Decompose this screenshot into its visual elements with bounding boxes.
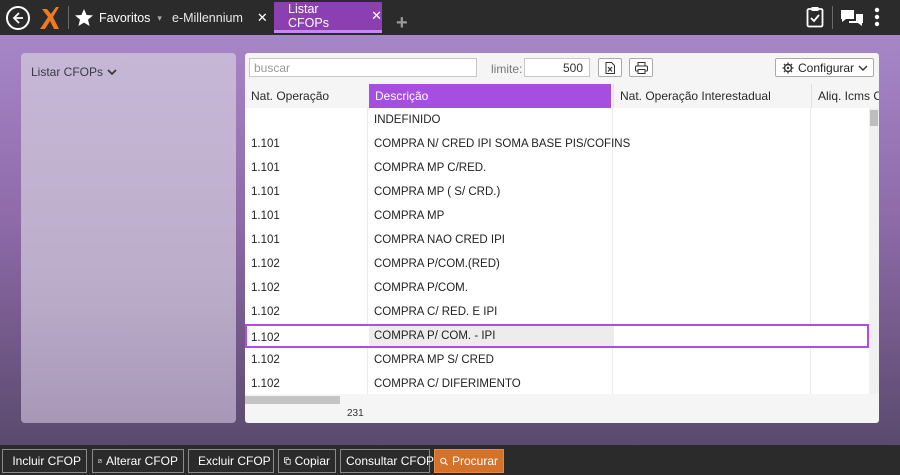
table-row[interactable]: 1.101 COMPRA MP C/RED. (245, 156, 869, 180)
print-button[interactable] (629, 58, 653, 77)
column-header-nat-operacao-interestadual[interactable]: Nat. Operação Interestadual (613, 84, 809, 108)
alterar-cfop-button[interactable]: Alterar CFOP (92, 449, 184, 473)
arrow-left-icon (12, 12, 23, 24)
consultar-cfop-button[interactable]: Consultar CFOP (340, 449, 434, 473)
chevron-down-icon (858, 65, 868, 71)
cell-nat-operacao: 1.101 (251, 210, 280, 222)
chevron-down-icon (107, 69, 117, 76)
tab-listar-cfops[interactable]: Listar CFOPs ✕ (274, 2, 382, 33)
side-panel: Listar CFOPs (21, 53, 236, 423)
table-row[interactable]: 1.101 COMPRA NAO CRED IPI (245, 228, 869, 252)
column-header-aliq-icms[interactable]: Aliq. Icms Cf (811, 84, 879, 108)
cell-descricao: COMPRA NAO CRED IPI (374, 234, 505, 246)
action-bar: Incluir CFOP Alterar CFOP Excluir CFOP C… (0, 445, 900, 475)
table-row-selected[interactable]: 1.102 COMPRA P/ COM. - IPI (245, 324, 869, 348)
cell-nat-operacao: 1.102 (251, 354, 280, 366)
tab-label: e-Millennium (172, 10, 243, 25)
cell-descricao: COMPRA MP ( S/ CRD.) (374, 186, 501, 198)
cell-descricao: INDEFINIDO (374, 114, 441, 126)
back-button[interactable] (6, 6, 30, 30)
favorites-label: Favoritos (99, 11, 151, 25)
cell-descricao: COMPRA P/ COM. - IPI (374, 330, 496, 342)
button-label: Excluir CFOP (198, 454, 271, 468)
close-icon[interactable]: ✕ (257, 10, 268, 26)
procurar-button[interactable]: Procurar (434, 449, 504, 473)
caret-down-icon: ▾ (157, 12, 162, 23)
more-vertical-icon[interactable] (874, 7, 880, 27)
limit-label: limite: (491, 62, 523, 76)
search-icon (440, 457, 448, 465)
close-icon[interactable]: ✕ (371, 8, 382, 24)
cell-nat-operacao: 1.102 (251, 332, 280, 344)
cell-nat-operacao: 1.102 (251, 306, 280, 318)
grid-panel: limite: Configurar Nat. Operação Descriç… (245, 53, 879, 423)
excel-file-icon (605, 61, 615, 74)
cell-descricao: COMPRA P/COM.(RED) (374, 258, 500, 270)
cell-nat-operacao: 1.101 (251, 162, 280, 174)
table-row[interactable]: 1.102 COMPRA C/ RED. E IPI (245, 300, 869, 324)
cell-descricao: COMPRA MP (374, 210, 445, 222)
cell-descricao: COMPRA C/ RED. E IPI (374, 306, 498, 318)
cell-descricao: COMPRA P/COM. (374, 282, 468, 294)
button-label: Procurar (451, 454, 498, 468)
cell-nat-operacao: 1.101 (251, 234, 280, 246)
incluir-cfop-button[interactable]: Incluir CFOP (2, 449, 87, 473)
cell-nat-operacao: 1.102 (251, 282, 280, 294)
tab-label: Listar CFOPs (288, 2, 329, 30)
separator (68, 6, 69, 29)
grid-body: INDEFINIDO 1.101 COMPRA N/ CRED IPI SOMA … (245, 108, 869, 394)
gear-icon (782, 62, 794, 73)
table-row[interactable]: 1.102 COMPRA P/COM. (245, 276, 869, 300)
copy-icon (284, 457, 291, 465)
table-row[interactable]: 1.101 COMPRA N/ CRED IPI SOMA BASE PIS/CO… (245, 132, 869, 156)
workspace: Listar CFOPs limite: Configurar Nat. Ope… (0, 35, 900, 445)
column-header-descricao[interactable]: Descrição (369, 84, 611, 108)
side-panel-title[interactable]: Listar CFOPs (31, 65, 117, 79)
cell-nat-operacao: 1.102 (251, 378, 280, 390)
button-label: Consultar CFOP (346, 454, 435, 468)
button-label: Incluir CFOP (12, 454, 81, 468)
table-row[interactable]: 1.101 COMPRA MP ( S/ CRD.) (245, 180, 869, 204)
side-panel-label: Listar CFOPs (31, 65, 104, 79)
separator (832, 6, 833, 29)
button-label: Alterar CFOP (105, 454, 178, 468)
cell-descricao: COMPRA MP S/ CRED (374, 354, 494, 366)
edit-icon (98, 459, 102, 463)
horizontal-scrollbar[interactable] (245, 396, 340, 404)
table-row[interactable]: 1.101 COMPRA MP (245, 204, 869, 228)
cell-nat-operacao: 1.101 (251, 138, 280, 150)
limit-input[interactable] (524, 58, 590, 77)
cell-descricao: COMPRA C/ DIFERIMENTO (374, 378, 521, 390)
record-count: 231 (347, 408, 364, 419)
search-input[interactable] (249, 58, 477, 77)
printer-icon (634, 61, 648, 74)
table-row[interactable]: 1.102 COMPRA C/ DIFERIMENTO (245, 372, 869, 394)
table-row[interactable]: INDEFINIDO (245, 108, 869, 132)
table-row[interactable]: 1.102 COMPRA MP S/ CRED (245, 348, 869, 372)
favorites-menu[interactable]: Favoritos ▾ (74, 7, 162, 29)
configure-label: Configurar (798, 60, 855, 75)
star-icon (75, 9, 93, 26)
table-row[interactable]: 1.102 COMPRA P/COM.(RED) (245, 252, 869, 276)
excluir-cfop-button[interactable]: Excluir CFOP (188, 449, 274, 473)
chat-icon[interactable] (840, 9, 864, 27)
cell-nat-operacao: 1.102 (251, 258, 280, 270)
vertical-scrollbar[interactable] (869, 108, 879, 394)
copiar-button[interactable]: Copiar (278, 449, 336, 473)
clipboard-check-icon[interactable] (806, 6, 824, 28)
top-bar: Favoritos ▾ e-Millennium ✕ Listar CFOPs … (0, 0, 900, 35)
tab-e-millennium[interactable]: e-Millennium ✕ (172, 2, 268, 33)
scrollbar-thumb[interactable] (870, 110, 878, 126)
configure-button[interactable]: Configurar (775, 58, 874, 77)
cell-nat-operacao: 1.101 (251, 186, 280, 198)
export-excel-button[interactable] (598, 58, 622, 77)
column-header-nat-operacao[interactable]: Nat. Operação (245, 84, 368, 108)
cell-descricao: COMPRA N/ CRED IPI SOMA BASE PIS/COFINS (374, 138, 631, 150)
button-label: Copiar (294, 454, 330, 468)
app-logo-icon[interactable] (38, 5, 60, 31)
grid-header: Nat. Operação Descrição Nat. Operação In… (245, 84, 879, 108)
cell-descricao: COMPRA MP C/RED. (374, 162, 487, 174)
